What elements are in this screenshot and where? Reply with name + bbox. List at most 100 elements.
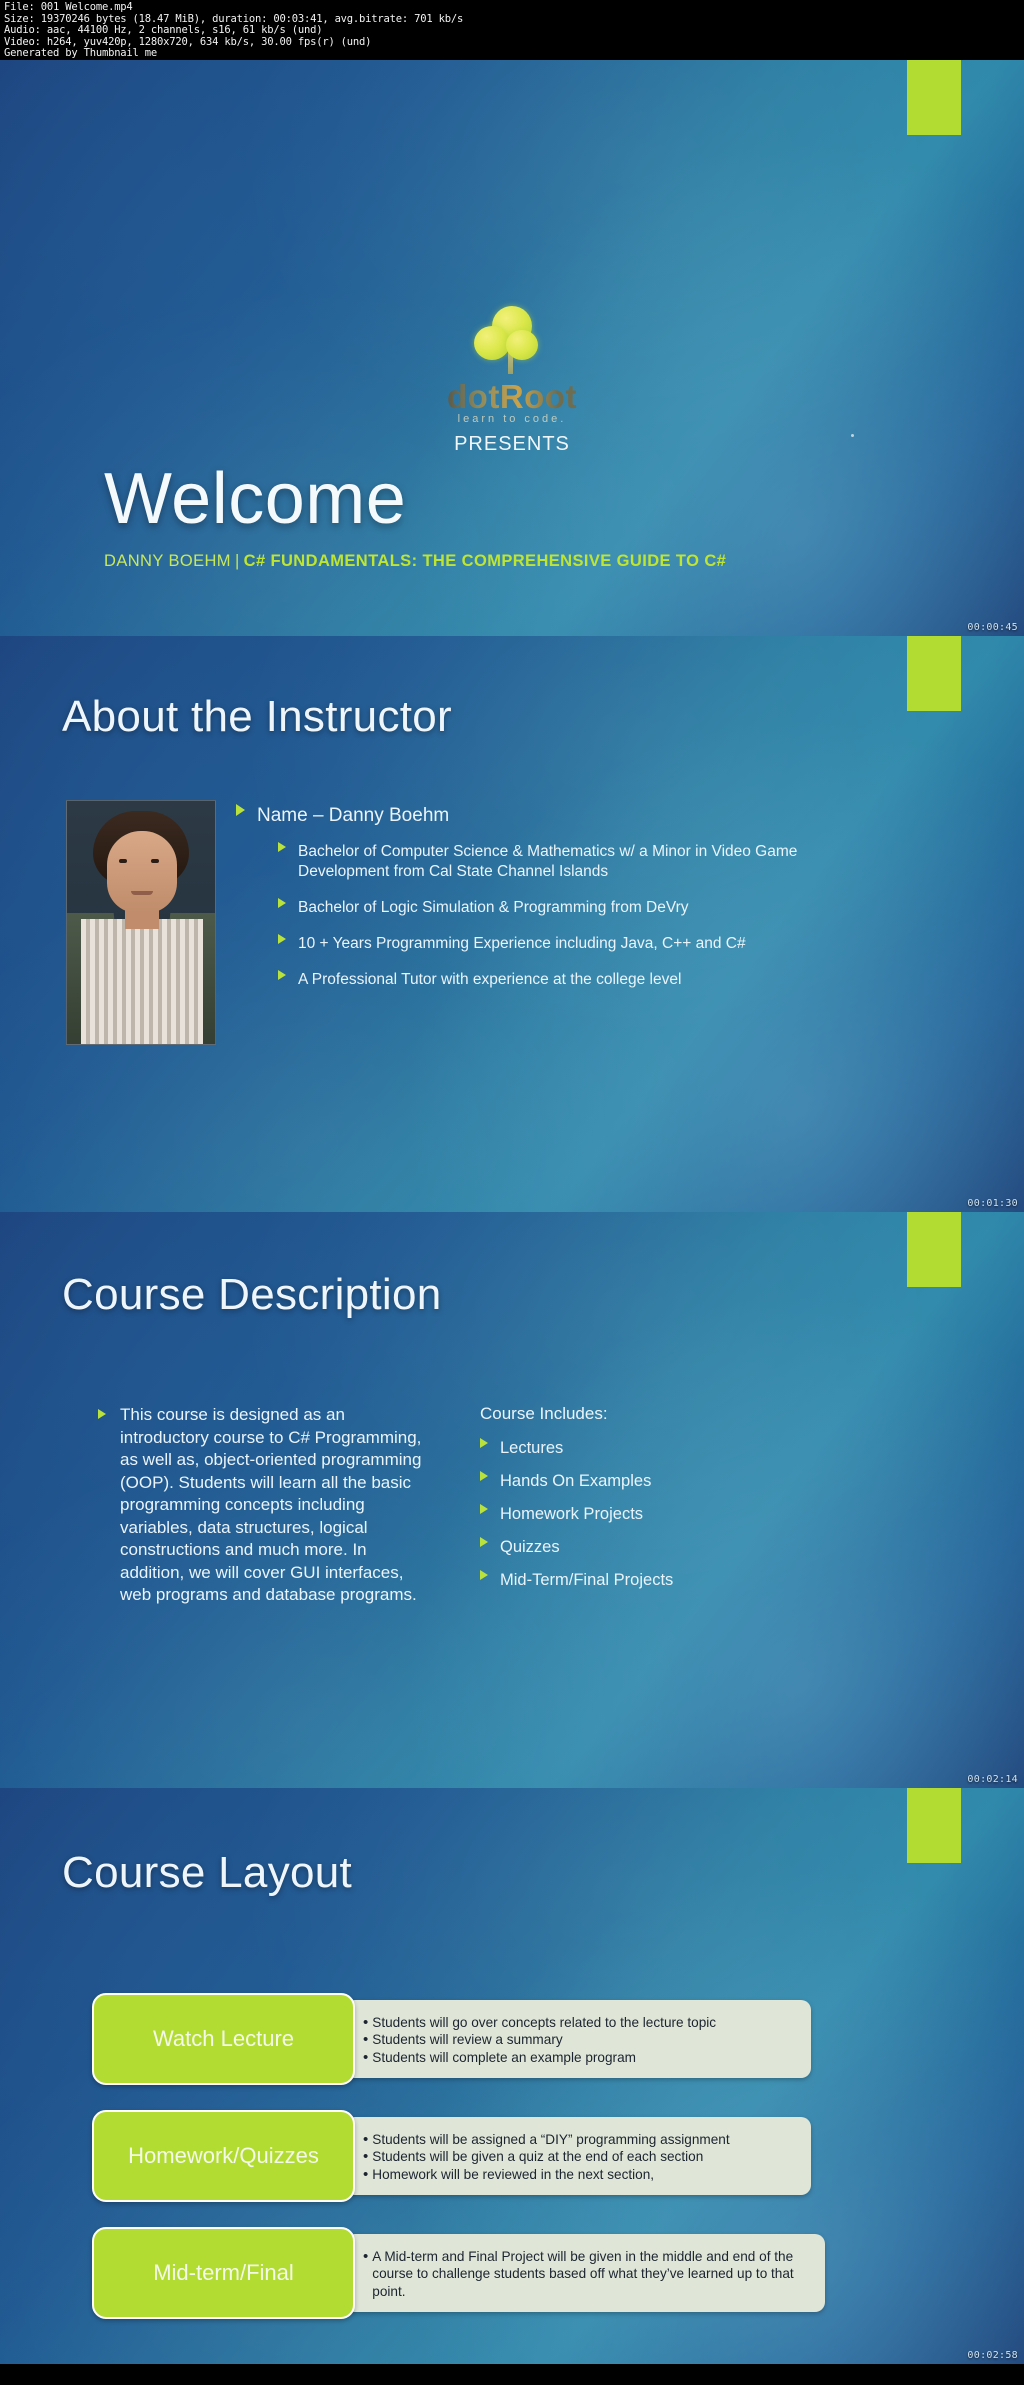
bullet-dot-icon: • bbox=[363, 2048, 369, 2066]
dotroot-logo: dotRoot learn to code. PRESENTS bbox=[0, 306, 1024, 456]
instructor-bullet-list: Name – Danny Boehm Bachelor of Computer … bbox=[236, 804, 876, 1006]
detail-item: • Homework will be reviewed in the next s… bbox=[363, 2166, 799, 2184]
detail-text: Homework will be reviewed in the next se… bbox=[372, 2166, 655, 2182]
list-item: Hands On Examples bbox=[480, 1471, 880, 1492]
thumbnail-sheet: File: 001 Welcome.mp4 Size: 19370246 byt… bbox=[0, 0, 1024, 2385]
stray-dot bbox=[851, 434, 854, 437]
logo-tagline: learn to code. bbox=[457, 413, 567, 425]
layout-row-midterm-final: Mid-term/Final • A Mid-term and Final Pro… bbox=[92, 2227, 825, 2319]
presents-label: PRESENTS bbox=[454, 433, 570, 455]
bullet-dot-icon: • bbox=[363, 2247, 369, 2265]
layout-detail-box: • A Mid-term and Final Project will be gi… bbox=[345, 2233, 825, 2313]
detail-text: Students will be given a quiz at the end… bbox=[372, 2149, 704, 2165]
layout-detail-box: • Students will be assigned a “DIY” progr… bbox=[345, 2116, 811, 2196]
layout-label-box: Watch Lecture bbox=[92, 1993, 355, 2085]
list-item: Homework Projects bbox=[480, 1504, 880, 1525]
video-info-header: File: 001 Welcome.mp4 Size: 19370246 byt… bbox=[0, 0, 1024, 60]
arrow-bullet-icon bbox=[278, 934, 286, 944]
slide-timestamp: 00:02:58 bbox=[967, 2350, 1018, 2361]
list-item-label: Bachelor of Logic Simulation & Programmi… bbox=[298, 899, 689, 916]
subtitle-separator: | bbox=[234, 552, 240, 570]
subtitle-author: DANNY BOEHM bbox=[104, 552, 231, 570]
course-description-paragraph: This course is designed as an introducto… bbox=[98, 1404, 428, 1607]
layout-label-box: Homework/Quizzes bbox=[92, 2110, 355, 2202]
detail-text: Students will go over concepts related t… bbox=[372, 2014, 717, 2030]
accent-bar bbox=[907, 636, 961, 711]
title-subtitle: DANNY BOEHM | C# FUNDAMENTALS: THE COMPREH… bbox=[104, 552, 726, 571]
arrow-bullet-icon bbox=[480, 1570, 488, 1580]
list-item-label: A Professional Tutor with experience at … bbox=[298, 971, 682, 988]
page-title: About the Instructor bbox=[62, 692, 452, 741]
bullet-dot-icon: • bbox=[363, 2148, 369, 2166]
list-item-label: Name – Danny Boehm bbox=[257, 805, 450, 826]
arrow-bullet-icon bbox=[98, 1409, 106, 1419]
leaf-left bbox=[474, 326, 510, 360]
detail-item: • Students will be assigned a “DIY” progr… bbox=[363, 2131, 799, 2149]
list-item: Bachelor of Computer Science & Mathemati… bbox=[278, 842, 876, 882]
arrow-bullet-icon bbox=[480, 1438, 488, 1448]
tree-icon bbox=[452, 306, 572, 376]
subtitle-course: C# FUNDAMENTALS: THE COMPREHENSIVE GUIDE… bbox=[243, 552, 727, 570]
detail-text: Students will complete an example progra… bbox=[372, 2049, 636, 2065]
layout-row-watch-lecture: Watch Lecture • Students will go over con… bbox=[92, 1993, 811, 2085]
detail-item: • Students will complete an example progr… bbox=[363, 2049, 799, 2067]
list-item-label: Bachelor of Computer Science & Mathemati… bbox=[298, 843, 798, 880]
detail-item: • Students will review a summary bbox=[363, 2031, 799, 2049]
list-item-label: Hands On Examples bbox=[500, 1472, 652, 1490]
logo-wordmark: dotRoot bbox=[447, 378, 577, 415]
info-line-file: File: 001 Welcome.mp4 bbox=[4, 1, 133, 13]
mouth bbox=[131, 891, 153, 895]
arrow-bullet-icon bbox=[278, 842, 286, 852]
paragraph-text: This course is designed as an introducto… bbox=[120, 1405, 422, 1604]
arrow-bullet-icon bbox=[480, 1537, 488, 1547]
list-item: Name – Danny Boehm bbox=[236, 804, 876, 828]
list-item-label: 10 + Years Programming Experience includ… bbox=[298, 935, 746, 952]
instructor-photo bbox=[66, 800, 216, 1045]
course-includes-list: Course Includes: Lectures Hands On Examp… bbox=[480, 1404, 880, 1603]
eye-left bbox=[119, 859, 127, 863]
list-item-label: Quizzes bbox=[500, 1538, 560, 1556]
list-item: Bachelor of Logic Simulation & Programmi… bbox=[278, 898, 876, 918]
arrow-bullet-icon bbox=[236, 804, 245, 816]
layout-row-homework-quizzes: Homework/Quizzes • Students will be assig… bbox=[92, 2110, 811, 2202]
detail-item: • Students will be given a quiz at the en… bbox=[363, 2148, 799, 2166]
slide-timestamp: 00:01:30 bbox=[967, 1198, 1018, 1209]
info-line-generator: Generated by Thumbnail me bbox=[4, 47, 158, 60]
layout-detail-box: • Students will go over concepts related … bbox=[345, 1999, 811, 2079]
course-includes-heading: Course Includes: bbox=[480, 1404, 608, 1423]
leaf-right bbox=[506, 330, 538, 360]
list-item-label: Lectures bbox=[500, 1439, 564, 1457]
accent-bar bbox=[907, 60, 961, 135]
list-item-label: Homework Projects bbox=[500, 1505, 644, 1523]
arrow-bullet-icon bbox=[480, 1471, 488, 1481]
eye-right bbox=[151, 859, 159, 863]
detail-text: Students will be assigned a “DIY” progra… bbox=[372, 2131, 730, 2147]
list-item: 10 + Years Programming Experience includ… bbox=[278, 934, 876, 954]
bullet-dot-icon: • bbox=[363, 2031, 369, 2049]
page-title: Welcome bbox=[104, 459, 407, 539]
bullet-dot-icon: • bbox=[363, 2165, 369, 2183]
list-item-label: Mid-Term/Final Projects bbox=[500, 1571, 674, 1589]
face bbox=[107, 831, 177, 913]
list-item: Mid-Term/Final Projects bbox=[480, 1570, 880, 1591]
slide-timestamp: 00:00:45 bbox=[967, 622, 1018, 633]
slide-1-welcome: dotRoot learn to code. PRESENTS Welcome … bbox=[0, 60, 1024, 636]
list-item: Lectures bbox=[480, 1438, 880, 1459]
accent-bar bbox=[907, 1788, 961, 1863]
detail-text: Students will review a summary bbox=[372, 2032, 563, 2048]
arrow-bullet-icon bbox=[278, 970, 286, 980]
detail-item: • Students will go over concepts related … bbox=[363, 2014, 799, 2032]
list-item: A Professional Tutor with experience at … bbox=[278, 970, 876, 990]
list-item: Quizzes bbox=[480, 1537, 880, 1558]
page-title: Course Description bbox=[62, 1270, 442, 1319]
shirt bbox=[81, 919, 203, 1044]
bullet-dot-icon: • bbox=[363, 2130, 369, 2148]
detail-item: • A Mid-term and Final Project will be gi… bbox=[363, 2248, 813, 2301]
arrow-bullet-icon bbox=[480, 1504, 488, 1514]
accent-bar bbox=[907, 1212, 961, 1287]
bullet-dot-icon: • bbox=[363, 2013, 369, 2031]
slide-timestamp: 00:02:14 bbox=[967, 1774, 1018, 1785]
detail-text: A Mid-term and Final Project will be giv… bbox=[372, 2248, 794, 2299]
page-title: Course Layout bbox=[62, 1848, 353, 1897]
layout-label-box: Mid-term/Final bbox=[92, 2227, 355, 2319]
